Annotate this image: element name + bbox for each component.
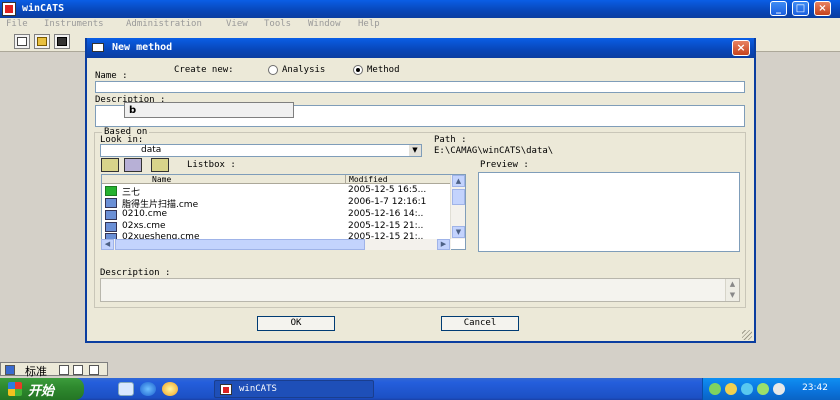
menu-view[interactable]: View [226, 19, 248, 29]
wincats-app-icon [2, 2, 16, 16]
radio-analysis[interactable] [268, 65, 278, 75]
file-row[interactable]: 脂得生片扫描.cme 2006-1-7 12:16:1 [102, 197, 452, 210]
file-list-horizontal-scrollbar[interactable]: ◀ ▶ [101, 239, 451, 250]
maximize-button[interactable]: □ [792, 1, 809, 16]
look-in-select[interactable]: data ▼ [100, 144, 422, 157]
keyboard-icon[interactable] [89, 365, 99, 375]
file-modified: 2005-12-16 14:.. [348, 209, 424, 219]
column-header-name[interactable]: Name [102, 175, 346, 184]
taskbar-item-wincats[interactable]: winCATS [214, 380, 374, 398]
ime-language-bar[interactable]: 标准 [0, 362, 108, 379]
file-row[interactable]: 02xs.cme 2005-12-15 21:.. [102, 221, 452, 232]
cme-file-icon [105, 222, 117, 232]
create-new-label: Create new: [174, 65, 234, 75]
half-width-moon-icon[interactable] [59, 365, 69, 375]
security-icon[interactable] [757, 383, 769, 395]
menu-bar: File Instruments Administration View Too… [0, 18, 840, 32]
scroll-left-icon[interactable]: ◀ [101, 239, 114, 250]
minimize-button[interactable]: _ [770, 1, 787, 16]
folder-icon [105, 186, 117, 196]
description2-label: Description : [100, 268, 171, 278]
dialog-close-button[interactable]: × [732, 40, 750, 56]
resize-grip-icon[interactable] [742, 330, 752, 340]
scroll-thumb[interactable] [452, 189, 465, 205]
menu-tools[interactable]: Tools [264, 19, 291, 29]
clock[interactable]: 23:42 [802, 383, 828, 393]
menu-file[interactable]: File [6, 19, 28, 29]
cancel-button[interactable]: Cancel [441, 316, 519, 331]
preview-label: Preview : [480, 160, 529, 170]
autocomplete-popup[interactable]: b [124, 102, 294, 118]
close-button[interactable]: × [814, 1, 831, 16]
network-icon[interactable] [709, 383, 721, 395]
menu-window[interactable]: Window [308, 19, 341, 29]
look-in-value: data [141, 145, 162, 155]
scroll-thumb[interactable] [115, 239, 365, 250]
punctuation-icon[interactable] [73, 365, 83, 375]
file-row[interactable]: 三七 2005-12-5 16:5... [102, 185, 452, 198]
messenger-icon[interactable] [741, 383, 753, 395]
file-name: 02xs.cme [122, 221, 166, 231]
internet-explorer-icon[interactable] [140, 382, 156, 396]
start-label: 开始 [28, 384, 55, 399]
path-value: E:\CAMAG\winCATS\data\ [434, 146, 554, 156]
new-file-icon[interactable] [14, 34, 30, 49]
listbox-label: Listbox : [187, 160, 236, 170]
file-modified: 2005-12-15 21:.. [348, 221, 424, 231]
radio-method[interactable] [353, 65, 363, 75]
column-header-modified[interactable]: Modified [346, 175, 451, 184]
volume-icon[interactable] [725, 383, 737, 395]
name-label: Name : [95, 71, 128, 81]
save-icon[interactable] [54, 34, 70, 49]
taskbar-item-title: winCATS [239, 384, 277, 394]
back-icon[interactable] [151, 158, 169, 172]
wincats-task-icon [220, 384, 232, 395]
cme-file-icon [105, 198, 117, 208]
dialog-title: New method [112, 42, 173, 53]
ime-logo-icon [5, 365, 15, 375]
app-titlebar[interactable]: winCATS _ □ × [0, 0, 840, 18]
file-modified: 2006-1-7 12:16:1 [348, 197, 427, 207]
file-modified: 2005-12-5 16:5... [348, 185, 427, 195]
dialog-window-icon [92, 43, 104, 52]
file-name: 0210.cme [122, 209, 168, 219]
open-folder-icon[interactable] [34, 34, 50, 49]
radio-method-label[interactable]: Method [367, 65, 400, 75]
scroll-up-icon[interactable]: ▲ [452, 175, 465, 187]
description-spin-icon[interactable]: ▲ ▼ [725, 279, 739, 301]
name-input[interactable] [95, 81, 745, 93]
safely-remove-icon[interactable] [773, 383, 785, 395]
start-button[interactable]: 开始 [0, 378, 84, 400]
radio-analysis-label[interactable]: Analysis [282, 65, 325, 75]
ok-button[interactable]: OK [257, 316, 335, 331]
scroll-down-icon[interactable]: ▼ [452, 226, 465, 238]
media-player-icon[interactable] [162, 382, 178, 396]
taskbar: 开始 winCATS 23:42 [0, 378, 840, 400]
file-list-vertical-scrollbar[interactable]: ▲ ▼ [450, 175, 465, 239]
app-title: winCATS [22, 3, 65, 14]
scroll-right-icon[interactable]: ▶ [437, 239, 450, 250]
windows-logo-icon [8, 382, 22, 396]
ime-mode-text[interactable]: 标准 [25, 363, 47, 379]
path-label: Path : [434, 135, 467, 145]
menu-help[interactable]: Help [358, 19, 380, 29]
list-view-icon[interactable] [124, 158, 142, 172]
file-row[interactable]: 0210.cme 2005-12-16 14:.. [102, 209, 452, 220]
menu-instruments[interactable]: Instruments [44, 19, 104, 29]
based-on-description: ▲ ▼ [100, 278, 740, 302]
show-desktop-icon[interactable] [118, 382, 134, 396]
preview-pane [478, 172, 740, 252]
system-tray: 23:42 [702, 378, 840, 400]
dialog-titlebar[interactable]: New method × [87, 38, 754, 58]
chevron-down-icon[interactable]: ▼ [409, 145, 421, 156]
up-folder-icon[interactable] [101, 158, 119, 172]
cme-file-icon [105, 210, 117, 220]
menu-administration[interactable]: Administration [126, 19, 202, 29]
